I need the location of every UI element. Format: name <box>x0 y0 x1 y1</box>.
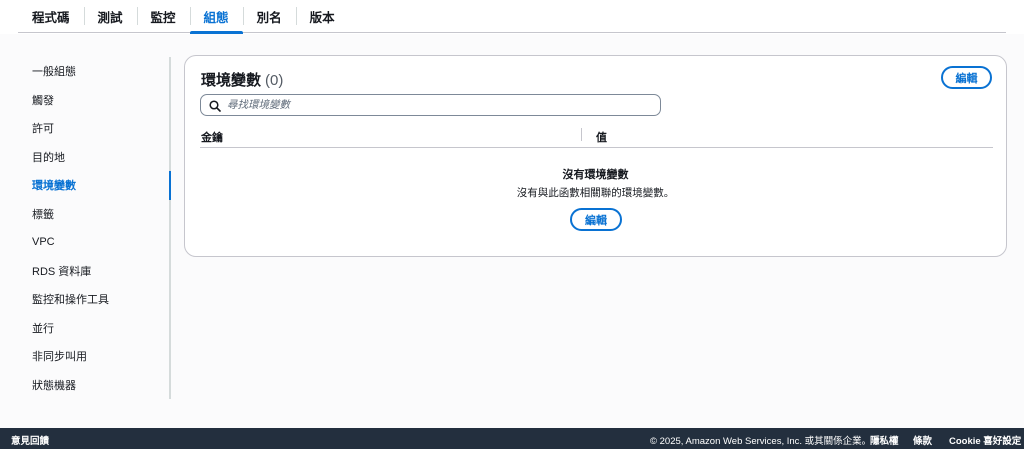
search-icon <box>209 99 221 112</box>
edit-button[interactable]: 編輯 <box>941 66 992 89</box>
environment-variables-panel: 環境變數(0) 編輯 金鑰 值 沒有環境變數 沒有與此函數相關聯的環境變數。 編… <box>184 55 1007 257</box>
column-resize-handle[interactable] <box>581 128 582 141</box>
panel-title-text: 環境變數 <box>201 72 262 89</box>
sidebar-item-state-machines[interactable]: 狀態機器 <box>18 371 169 400</box>
table-header: 金鑰 值 <box>200 123 993 148</box>
sidebar-item-vpc[interactable]: VPC <box>18 228 169 257</box>
panel-title: 環境變數 (0) <box>201 69 283 90</box>
tab-monitor[interactable]: 監控 <box>136 0 190 33</box>
search-input[interactable] <box>227 99 647 111</box>
sidebar-item-general-configuration[interactable]: 一般組態 <box>18 57 169 86</box>
search-box[interactable] <box>200 94 661 116</box>
feedback-link[interactable]: 意見回饋 <box>11 433 49 447</box>
empty-state-edit-button[interactable]: 編輯 <box>570 208 622 231</box>
column-header-value: 值 <box>596 132 607 144</box>
tab-bar: 程式碼 測試 監控 組態 別名 版本 <box>18 0 1006 34</box>
sidebar-item-rds-databases[interactable]: RDS 資料庫 <box>18 257 169 286</box>
terms-link[interactable]: 條款 <box>913 433 932 447</box>
sidebar-item-monitoring-tools[interactable]: 監控和操作工具 <box>18 285 169 314</box>
empty-state-description: 沒有與此函數相關聯的環境變數。 <box>516 187 675 199</box>
sidebar-item-permissions[interactable]: 許可 <box>18 114 169 143</box>
sidebar-item-environment-variables[interactable]: 環境變數 <box>18 171 171 200</box>
tab-code[interactable]: 程式碼 <box>18 0 84 33</box>
tab-configuration[interactable]: 組態 <box>189 0 243 34</box>
empty-state-title: 沒有環境變數 <box>562 169 629 181</box>
cookie-preferences-link[interactable]: Cookie 喜好設定 <box>949 433 1021 447</box>
column-header-key: 金鑰 <box>201 132 223 144</box>
config-side-nav: 一般組態 觸發 許可 目的地 環境變數 標籤 VPC RDS 資料庫 監控和操作… <box>18 57 171 399</box>
sidebar-item-concurrency[interactable]: 並行 <box>18 314 169 343</box>
footer: 意見回饋 © 2025, Amazon Web Services, Inc. 或… <box>0 428 1024 449</box>
privacy-link[interactable]: 隱私權 <box>870 433 899 447</box>
sidebar-item-destinations[interactable]: 目的地 <box>18 143 169 172</box>
tab-aliases[interactable]: 別名 <box>242 0 296 33</box>
sidebar-item-async-invocation[interactable]: 非同步叫用 <box>18 342 169 371</box>
sidebar-item-tags[interactable]: 標籤 <box>18 200 169 229</box>
sidebar-item-triggers[interactable]: 觸發 <box>18 86 169 115</box>
variable-count: (0) <box>265 72 284 89</box>
tab-versions[interactable]: 版本 <box>295 0 349 33</box>
tab-test[interactable]: 測試 <box>83 0 137 33</box>
copyright-text: © 2025, Amazon Web Services, Inc. 或其關係企業… <box>650 436 872 447</box>
top-bar: 程式碼 測試 監控 組態 別名 版本 <box>0 0 1024 34</box>
